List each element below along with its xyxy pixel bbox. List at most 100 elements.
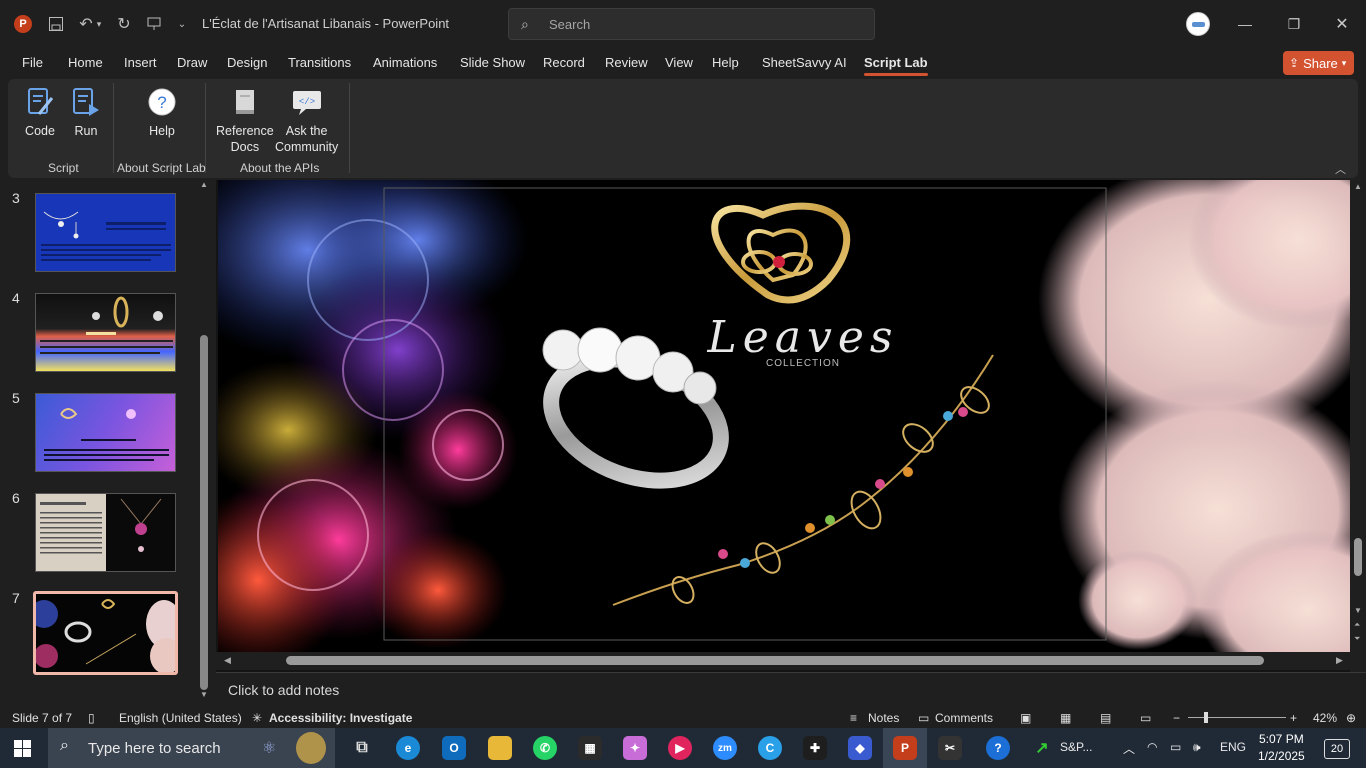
volume-icon[interactable]: 🕪	[1193, 740, 1201, 755]
slideshow-view-icon[interactable]: ▭	[1140, 711, 1151, 725]
zoom-app-icon[interactable]: zm	[713, 736, 737, 760]
tab-record[interactable]: Record	[543, 55, 585, 70]
slide-editor: Leaves COLLECTION	[216, 180, 1350, 672]
tab-sheetsavvy-ai[interactable]: SheetSavvy AI	[762, 55, 847, 70]
group-label-script: Script	[48, 161, 79, 175]
outlook-icon[interactable]: O	[442, 736, 466, 760]
next-slide-icon[interactable]: ⏷	[1354, 634, 1360, 644]
scroll-down-icon[interactable]: ▼	[200, 690, 208, 699]
notification-center-icon[interactable]: 20	[1324, 739, 1350, 759]
music-icon[interactable]: ▶	[668, 736, 692, 760]
redo-icon[interactable]: ↻	[112, 12, 136, 36]
whatsapp-icon[interactable]: ✆	[533, 736, 557, 760]
taskbar-search-input[interactable]: ⌕ Type here to search ⚛	[48, 728, 335, 768]
slide-thumbnail-3[interactable]	[35, 193, 176, 272]
slide-thumbnail-6[interactable]	[35, 493, 176, 572]
battery-icon[interactable]: ▭	[1170, 740, 1181, 754]
thumbnails-scrollbar[interactable]: ▲ ▼	[200, 180, 208, 700]
microsoft-store-icon[interactable]: ▦	[578, 736, 602, 760]
tab-slide-show[interactable]: Slide Show	[460, 55, 525, 70]
scroll-up-icon[interactable]: ▲	[200, 180, 208, 189]
undo-dropdown-icon[interactable]: ▾	[92, 12, 106, 36]
tab-transitions[interactable]: Transitions	[288, 55, 351, 70]
minimize-icon[interactable]: —	[1233, 12, 1257, 36]
scroll-right-icon[interactable]: ▶	[1336, 655, 1343, 666]
heart-brooch-image	[711, 202, 851, 304]
tab-script-lab[interactable]: Script Lab	[864, 55, 928, 76]
slide-thumbnail-4[interactable]	[35, 293, 176, 372]
stocks-icon[interactable]: ↗	[1030, 736, 1054, 760]
ask-community-button[interactable]: </> Ask the Community	[275, 85, 338, 155]
svg-text:?: ?	[157, 93, 166, 112]
search-highlight-icon	[296, 732, 326, 764]
zoom-level[interactable]: 42%	[1313, 711, 1337, 725]
edge-icon[interactable]: e	[396, 736, 420, 760]
zoom-slider-thumb[interactable]	[1204, 712, 1208, 723]
reference-docs-button[interactable]: Reference Docs	[216, 85, 274, 155]
task-view-icon[interactable]: ⧉	[350, 736, 374, 760]
tab-help[interactable]: Help	[712, 55, 739, 70]
tab-home[interactable]: Home	[68, 55, 103, 70]
save-icon[interactable]	[44, 12, 68, 36]
wifi-icon[interactable]: ◠	[1147, 740, 1157, 754]
present-icon[interactable]	[142, 12, 166, 36]
close-icon[interactable]: ✕	[1330, 12, 1354, 36]
accessibility-icon[interactable]: ✳	[252, 711, 262, 725]
horizontal-scroll-thumb[interactable]	[286, 656, 1264, 665]
customize-toolbar-icon[interactable]: ⌄	[170, 12, 194, 36]
app-icon[interactable]: ◆	[848, 736, 872, 760]
vertical-scroll-thumb[interactable]	[1354, 538, 1362, 576]
scroll-down-icon[interactable]: ▼	[1354, 606, 1362, 615]
run-button[interactable]: Run	[70, 85, 102, 139]
notes-pane[interactable]: Click to add notes	[216, 672, 1366, 706]
horizontal-scrollbar[interactable]: ◀ ▶	[216, 652, 1350, 670]
notes-toggle[interactable]: Notes	[868, 711, 899, 725]
fit-to-window-icon[interactable]: ⊕	[1346, 711, 1356, 725]
taskbar-active-app[interactable]: P	[883, 728, 927, 768]
spelling-check-icon[interactable]: ▯	[88, 711, 95, 725]
collapse-ribbon-icon[interactable]: ︿	[1335, 161, 1346, 177]
tab-view[interactable]: View	[665, 55, 693, 70]
avatar[interactable]	[1186, 12, 1210, 36]
snipping-tool-icon[interactable]: ✂	[938, 736, 962, 760]
code-button[interactable]: Code	[24, 85, 56, 139]
show-hidden-icons-icon[interactable]: ︿	[1123, 740, 1135, 757]
thumbnails-scroll-thumb[interactable]	[200, 335, 208, 690]
clock[interactable]: 5:07 PM 1/2/2025	[1258, 731, 1305, 765]
zoom-out-icon[interactable]: −	[1173, 711, 1180, 725]
stocks-widget-label[interactable]: S&P...	[1060, 740, 1092, 754]
figma-icon[interactable]: ✚	[803, 736, 827, 760]
scroll-left-icon[interactable]: ◀	[224, 655, 231, 666]
slide-sorter-icon[interactable]: ▦	[1060, 711, 1071, 725]
get-help-icon[interactable]: ?	[986, 736, 1010, 760]
slide-thumbnail-5[interactable]	[35, 393, 176, 472]
input-language[interactable]: ENG	[1220, 740, 1246, 754]
language-indicator[interactable]: English (United States)	[119, 711, 242, 725]
help-button[interactable]: ? Help	[146, 85, 178, 139]
normal-view-icon[interactable]: ▣	[1020, 711, 1031, 725]
slide-thumbnail-7[interactable]	[33, 591, 178, 675]
slide-canvas[interactable]: Leaves COLLECTION	[218, 180, 1350, 652]
tab-insert[interactable]: Insert	[124, 55, 157, 70]
restore-icon[interactable]: ❐	[1282, 12, 1306, 36]
search-input[interactable]: ⌕ Search	[508, 8, 875, 40]
share-icon: ⇪	[1289, 56, 1300, 70]
tab-draw[interactable]: Draw	[177, 55, 207, 70]
tab-file[interactable]: File	[22, 55, 43, 70]
copilot-icon[interactable]: ✦	[623, 736, 647, 760]
comments-toggle[interactable]: Comments	[935, 711, 993, 725]
canva-icon[interactable]: C	[758, 736, 782, 760]
reading-view-icon[interactable]: ▤	[1100, 711, 1111, 725]
zoom-slider[interactable]	[1188, 712, 1286, 723]
tab-design[interactable]: Design	[227, 55, 267, 70]
vertical-scrollbar[interactable]: ▲ ▼ ⏶ ⏷	[1350, 180, 1366, 650]
windows-start-icon[interactable]	[14, 740, 31, 757]
scroll-up-icon[interactable]: ▲	[1354, 182, 1362, 191]
tab-animations[interactable]: Animations	[373, 55, 437, 70]
file-explorer-icon[interactable]	[488, 736, 512, 760]
tab-review[interactable]: Review	[605, 55, 648, 70]
previous-slide-icon[interactable]: ⏶	[1354, 620, 1360, 630]
accessibility-status[interactable]: Accessibility: Investigate	[269, 711, 412, 725]
share-button[interactable]: ⇪ Share ▾	[1283, 51, 1354, 75]
zoom-in-icon[interactable]: +	[1290, 711, 1297, 725]
